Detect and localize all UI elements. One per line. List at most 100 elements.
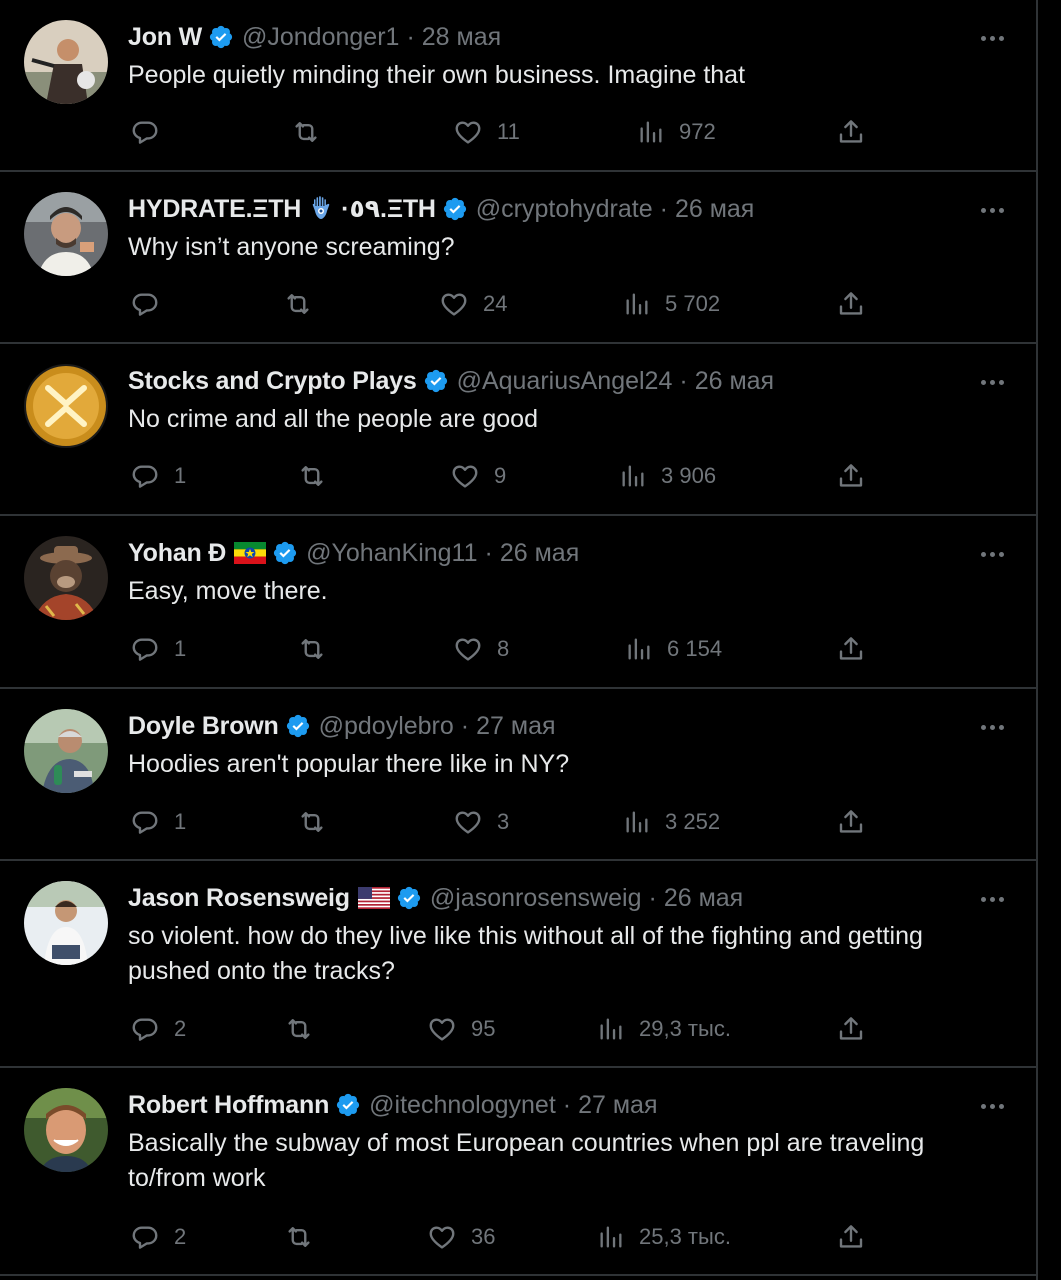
- retweet-icon: [301, 812, 323, 832]
- views-count: 5 702: [665, 291, 721, 316]
- tweet-date[interactable]: 26 мая: [500, 539, 579, 568]
- share-button[interactable]: [836, 802, 866, 842]
- reply-button[interactable]: 2: [130, 1217, 186, 1257]
- more-icon[interactable]: [976, 544, 1008, 564]
- like-count: 24: [483, 291, 508, 316]
- separator-dot: ·: [679, 366, 688, 395]
- share-button[interactable]: [836, 629, 866, 669]
- avatar[interactable]: [24, 192, 108, 276]
- author-name[interactable]: HYDRATE.ΞTH: [128, 195, 301, 224]
- separator-dot: ·: [406, 22, 415, 51]
- tweet-actions: 2 95 29,3 тыс.: [0, 1009, 1036, 1049]
- share-button[interactable]: [836, 1217, 866, 1257]
- views-button[interactable]: 5 702: [623, 284, 720, 324]
- like-icon: [452, 465, 478, 488]
- retweet-button[interactable]: [296, 629, 342, 669]
- tweet-date[interactable]: 26 мая: [664, 884, 743, 913]
- tweet[interactable]: Jon W @Jondonger1 · 28 мая People quietl…: [0, 0, 1036, 172]
- retweet-button[interactable]: [283, 1217, 329, 1257]
- like-count: 36: [471, 1224, 496, 1249]
- verified-badge-icon: [208, 24, 234, 50]
- tweet-date[interactable]: 27 мая: [476, 712, 555, 741]
- retweet-icon: [288, 1227, 310, 1247]
- like-button[interactable]: 8: [453, 629, 509, 669]
- reply-button[interactable]: [130, 284, 174, 324]
- author-name-suffix[interactable]: ·٥٩.ΞTH: [341, 194, 436, 224]
- tweet[interactable]: Yohan Đ @YohanKing11 · 26 мая Easy, move…: [0, 516, 1036, 689]
- more-icon[interactable]: [976, 717, 1008, 737]
- author-handle[interactable]: @cryptohydrate: [476, 195, 653, 224]
- tweet-actions: 2 36 25,3 тыс.: [0, 1217, 1036, 1257]
- retweet-button[interactable]: [282, 284, 328, 324]
- views-count: 6 154: [667, 636, 723, 661]
- more-icon[interactable]: [976, 372, 1008, 392]
- reply-button[interactable]: 1: [130, 629, 186, 669]
- more-icon[interactable]: [976, 889, 1008, 909]
- share-button[interactable]: [836, 1009, 866, 1049]
- views-button[interactable]: 29,3 тыс.: [597, 1009, 731, 1049]
- tweet[interactable]: Jason Rosensweig @jasonrosensweig · 26 м…: [0, 861, 1036, 1068]
- retweet-button[interactable]: [283, 1009, 329, 1049]
- like-button[interactable]: 24: [439, 284, 507, 324]
- author-name[interactable]: Doyle Brown: [128, 712, 279, 741]
- like-icon: [455, 638, 481, 661]
- avatar[interactable]: [24, 364, 108, 448]
- like-button[interactable]: 11: [453, 112, 520, 152]
- author-handle[interactable]: @jasonrosensweig: [430, 884, 642, 913]
- reply-button[interactable]: 2: [130, 1009, 186, 1049]
- views-button[interactable]: 3 252: [623, 802, 720, 842]
- tweet-date[interactable]: 27 мая: [578, 1091, 657, 1120]
- avatar[interactable]: [24, 881, 108, 965]
- reply-button[interactable]: 1: [130, 802, 186, 842]
- reply-button[interactable]: 1: [130, 456, 186, 496]
- reply-icon: [132, 811, 158, 834]
- retweet-button[interactable]: [296, 456, 342, 496]
- more-icon[interactable]: [976, 200, 1008, 220]
- views-button[interactable]: 6 154: [625, 629, 722, 669]
- tweet-text: Hoodies aren't popular there like in NY?: [128, 750, 570, 778]
- author-handle[interactable]: @YohanKing11: [306, 539, 477, 568]
- views-button[interactable]: 972: [637, 112, 716, 152]
- tweet-date[interactable]: 26 мая: [675, 195, 754, 224]
- views-button[interactable]: 25,3 тыс.: [597, 1217, 731, 1257]
- like-button[interactable]: 3: [453, 802, 509, 842]
- tweet[interactable]: HYDRATE.ΞTH ·٥٩.ΞTH @cryptohydrate · 26 …: [0, 172, 1036, 344]
- reply-icon: [132, 465, 158, 488]
- avatar[interactable]: [24, 709, 108, 793]
- avatar[interactable]: [24, 1088, 108, 1172]
- share-button[interactable]: [836, 456, 866, 496]
- like-button[interactable]: 9: [450, 456, 506, 496]
- views-button[interactable]: 3 906: [619, 456, 716, 496]
- like-button[interactable]: 36: [427, 1217, 495, 1257]
- more-icon[interactable]: [976, 1096, 1008, 1116]
- share-button[interactable]: [836, 112, 866, 152]
- author-name[interactable]: Robert Hoffmann: [128, 1091, 329, 1120]
- avatar[interactable]: [24, 20, 108, 104]
- tweet-actions: 1 8 6 154: [0, 629, 1036, 669]
- tweet-date[interactable]: 28 мая: [422, 23, 501, 52]
- tweet[interactable]: Robert Hoffmann @itechnologynet · 27 мая…: [0, 1068, 1036, 1276]
- retweet-button[interactable]: [296, 802, 342, 842]
- more-icon[interactable]: [976, 28, 1008, 48]
- author-handle[interactable]: @Jondonger1: [242, 23, 399, 52]
- verified-badge-icon: [285, 713, 311, 739]
- retweet-button[interactable]: [290, 112, 336, 152]
- like-button[interactable]: 95: [427, 1009, 495, 1049]
- author-name[interactable]: Yohan Đ: [128, 539, 226, 568]
- tweet-date[interactable]: 26 мая: [695, 367, 774, 396]
- tweet-text: No crime and all the people are good: [128, 405, 538, 433]
- author-handle[interactable]: @itechnologynet: [369, 1091, 556, 1120]
- tweet[interactable]: Doyle Brown @pdoylebro · 27 мая Hoodies …: [0, 689, 1036, 861]
- author-name[interactable]: Jon W: [128, 23, 202, 52]
- views-count: 3 906: [661, 463, 717, 488]
- author-name[interactable]: Stocks and Crypto Plays: [128, 367, 417, 396]
- tweet[interactable]: Stocks and Crypto Plays @AquariusAngel24…: [0, 344, 1036, 516]
- reply-button[interactable]: [130, 112, 174, 152]
- author-name[interactable]: Jason Rosensweig: [128, 884, 350, 913]
- separator-dot: ·: [659, 194, 668, 223]
- author-handle[interactable]: @AquariusAngel24: [457, 367, 673, 396]
- avatar[interactable]: [24, 536, 108, 620]
- author-handle[interactable]: @pdoylebro: [319, 712, 454, 741]
- views-icon: [600, 1226, 622, 1248]
- share-button[interactable]: [836, 284, 866, 324]
